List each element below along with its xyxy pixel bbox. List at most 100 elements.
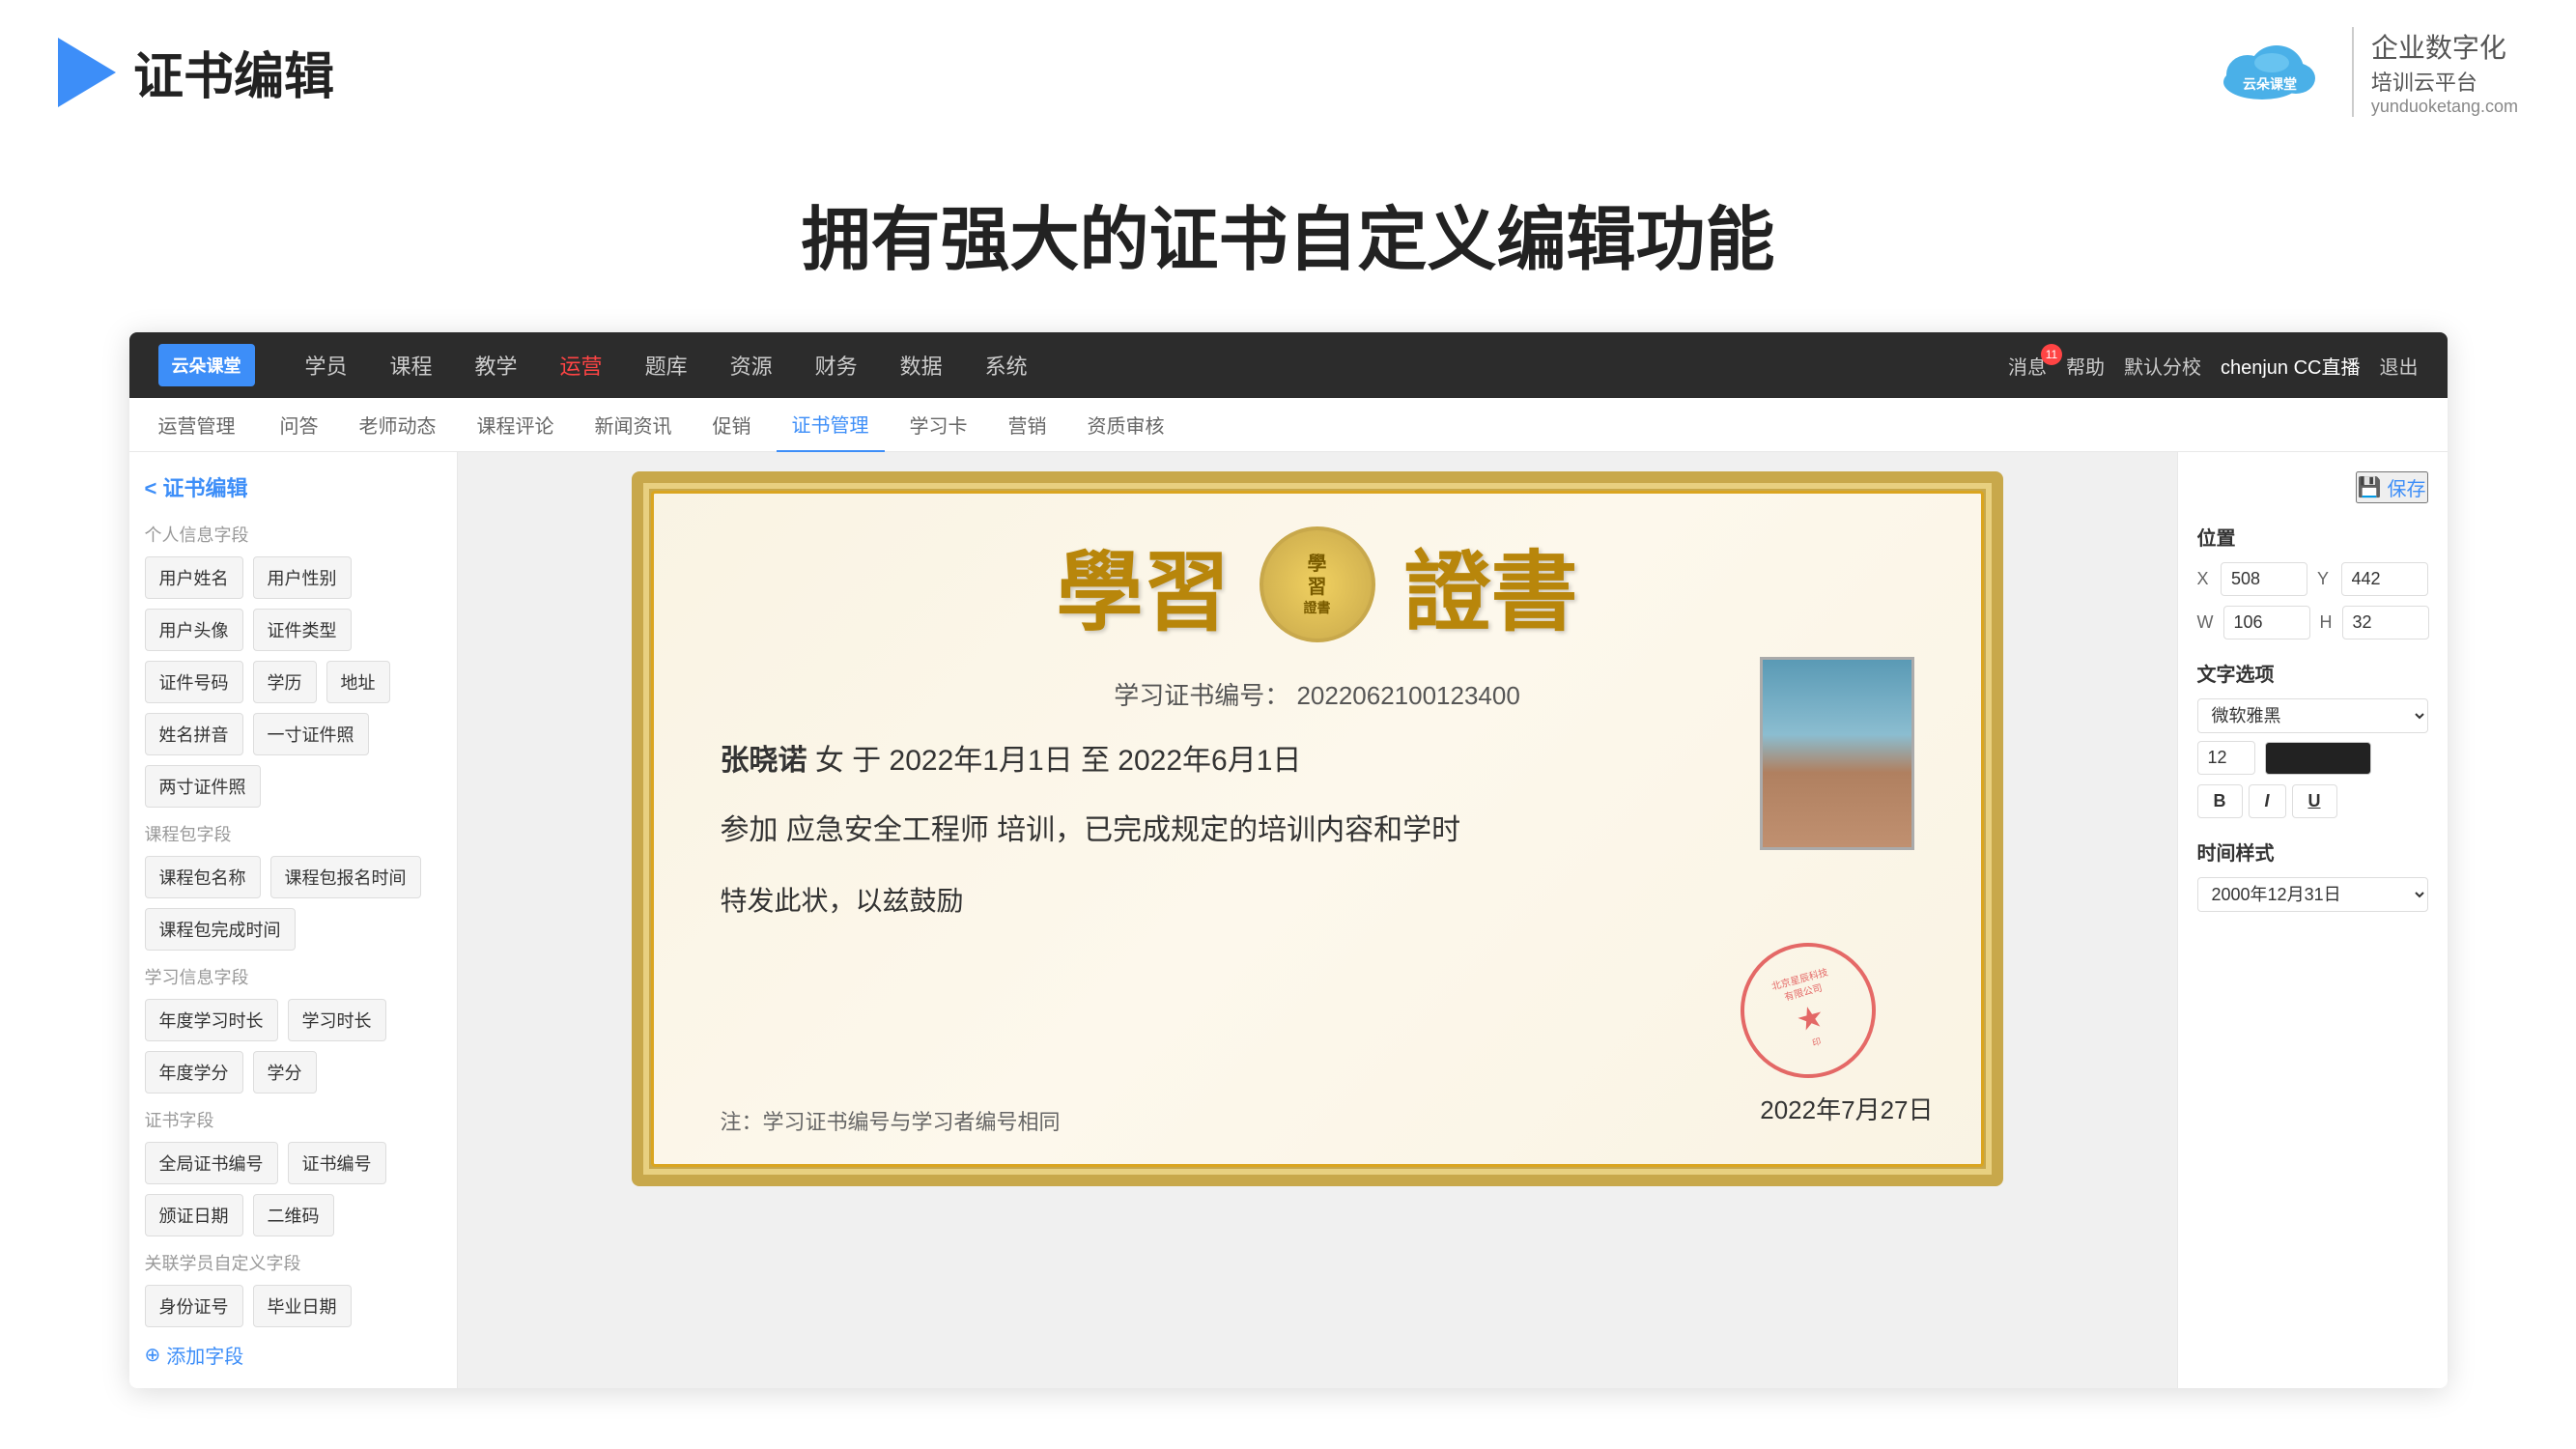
font-family-row: 微软雅黑 [2197,698,2428,733]
bold-button[interactable]: B [2197,784,2243,818]
left-sidebar: < 证书编辑 个人信息字段 用户姓名 用户性别 用户头像 证件类型 证件号码 学… [129,452,458,1388]
nav-item-question[interactable]: 题库 [624,332,709,398]
italic-button[interactable]: I [2249,784,2286,818]
nav-item-resource[interactable]: 资源 [709,332,794,398]
font-size-input[interactable] [2197,741,2255,775]
field-photo2[interactable]: 两寸证件照 [145,765,261,808]
app-window: 云朵课堂 学员 课程 教学 运营 题库 资源 财务 数据 系统 消息 11 帮助 [129,332,2448,1388]
underline-button[interactable]: U [2292,784,2337,818]
nav-item-course[interactable]: 课程 [369,332,454,398]
cert-date-to: 2022年6月1日 [1118,745,1301,777]
position-label: 位置 [2197,523,2428,551]
cert-date: 2022年7月27日 [1760,1091,1933,1126]
brand-domain: yunduoketang.com [2371,97,2518,117]
field-photo1[interactable]: 一寸证件照 [253,713,369,755]
sub-nav-teacher[interactable]: 老师动态 [344,398,452,452]
field-issue-date[interactable]: 颁证日期 [145,1194,243,1236]
svg-text:云朵课堂: 云朵课堂 [2243,76,2297,92]
sub-nav-card[interactable]: 学习卡 [894,398,983,452]
brand-cloud-icon: 云朵课堂 [2209,36,2335,108]
right-panel: 💾 保存 位置 X Y W H [2177,452,2448,1388]
field-grad-date[interactable]: 毕业日期 [253,1285,352,1327]
add-field-button[interactable]: ⊕ 添加字段 [145,1341,441,1369]
y-input[interactable] [2341,562,2428,596]
nav-item-data[interactable]: 数据 [879,332,964,398]
field-pinyin[interactable]: 姓名拼音 [145,713,243,755]
sidebar-personal-label: 个人信息字段 [145,522,441,547]
font-style-buttons: B I U [2197,784,2428,818]
cert-number-label: 学习证书编号： [1114,681,1289,710]
sidebar-course-buttons: 课程包名称 课程包报名时间 课程包完成时间 [145,856,441,951]
font-size-color-row [2197,741,2428,775]
x-input[interactable] [2221,562,2307,596]
field-qrcode[interactable]: 二维码 [253,1194,334,1236]
sub-nav-news[interactable]: 新闻资讯 [580,398,688,452]
sub-nav-section: 运营管理 [158,411,236,439]
save-button[interactable]: 💾 保存 [2356,471,2428,503]
cert-photo-image [1763,660,1911,847]
nav-message[interactable]: 消息 11 [2008,352,2047,380]
content-layout: < 证书编辑 个人信息字段 用户姓名 用户性别 用户头像 证件类型 证件号码 学… [129,452,2448,1388]
field-pkg-name[interactable]: 课程包名称 [145,856,261,898]
field-pkg-finish-time[interactable]: 课程包完成时间 [145,908,296,951]
color-swatch[interactable] [2265,742,2371,775]
field-credits[interactable]: 学分 [253,1051,317,1094]
nav-help[interactable]: 帮助 [2066,352,2105,380]
field-gender[interactable]: 用户性别 [253,556,352,599]
field-pkg-enroll-time[interactable]: 课程包报名时间 [270,856,421,898]
field-id-card[interactable]: 身份证号 [145,1285,243,1327]
nav-item-operation[interactable]: 运营 [539,332,624,398]
brand-logo: 云朵课堂 企业数字化 培训云平台 yunduoketang.com [2209,27,2518,117]
sub-nav-qa[interactable]: 问答 [265,398,334,452]
logo-area: 证书编辑 [58,36,334,108]
sidebar-back-title[interactable]: < 证书编辑 [145,471,441,502]
field-education[interactable]: 学历 [253,661,317,703]
cert-gender: 女 [815,745,844,777]
time-label: 时间样式 [2197,838,2428,866]
time-format-select[interactable]: 2000年12月31日 [2197,877,2428,912]
logo-triangle-icon [58,38,116,107]
sub-nav-audit[interactable]: 资质审核 [1072,398,1180,452]
nav-school[interactable]: 默认分校 [2124,352,2201,380]
h-input[interactable] [2342,606,2429,639]
field-id-type[interactable]: 证件类型 [253,609,352,651]
brand-sub: 培训云平台 [2371,66,2518,97]
nav-item-teaching[interactable]: 教学 [454,332,539,398]
nav-right: 消息 11 帮助 默认分校 chenjun CC直播 退出 [2008,352,2419,380]
cert-person-name: 张晓诺 [721,745,807,777]
cert-number-value: 2022062100123400 [1296,681,1519,710]
wh-row: W H [2197,606,2428,639]
field-username[interactable]: 用户姓名 [145,556,243,599]
nav-logo-text: 云朵课堂 [172,353,241,378]
add-icon: ⊕ [145,1343,161,1367]
field-avatar[interactable]: 用户头像 [145,609,243,651]
nav-item-student[interactable]: 学员 [284,332,369,398]
font-label: 文字选项 [2197,659,2428,687]
cert-stamp-inner: 北京星辰科技 有限公司 ★ 印 [1769,966,1845,1055]
field-cert-no[interactable]: 证书编号 [288,1142,386,1184]
cert-number: 学习证书编号： 2022062100123400 [701,676,1934,712]
cert-photo [1760,657,1914,850]
field-hours[interactable]: 学习时长 [288,999,386,1041]
nav-item-finance[interactable]: 财务 [794,332,879,398]
field-global-cert-no[interactable]: 全局证书编号 [145,1142,278,1184]
sub-nav-comment[interactable]: 课程评论 [462,398,570,452]
h-label: H [2320,612,2333,633]
nav-user[interactable]: chenjun CC直播 [2221,352,2361,380]
cert-title-right: 證書 [1404,522,1578,647]
sub-nav-promo[interactable]: 促销 [697,398,767,452]
sub-nav-cert[interactable]: 证书管理 [777,398,885,452]
cert-award-text: 特发此状，以兹鼓励 [721,880,1914,919]
nav-logout[interactable]: 退出 [2380,352,2419,380]
cert-body-text: 参加 应急安全工程师 培训，已完成规定的培训内容和学时 [721,805,1914,857]
field-annual-hours[interactable]: 年度学习时长 [145,999,278,1041]
w-input[interactable] [2223,606,2310,639]
field-annual-credits[interactable]: 年度学分 [145,1051,243,1094]
field-id-number[interactable]: 证件号码 [145,661,243,703]
nav-item-system[interactable]: 系统 [964,332,1049,398]
font-family-select[interactable]: 微软雅黑 [2197,698,2428,733]
sidebar-cert-buttons: 全局证书编号 证书编号 颁证日期 二维码 [145,1142,441,1236]
field-address[interactable]: 地址 [326,661,390,703]
certificate[interactable]: 學習 學 習 證書 證書 学习证书编号： 2022062100123400 [632,471,2003,1186]
sub-nav-marketing[interactable]: 营销 [993,398,1062,452]
